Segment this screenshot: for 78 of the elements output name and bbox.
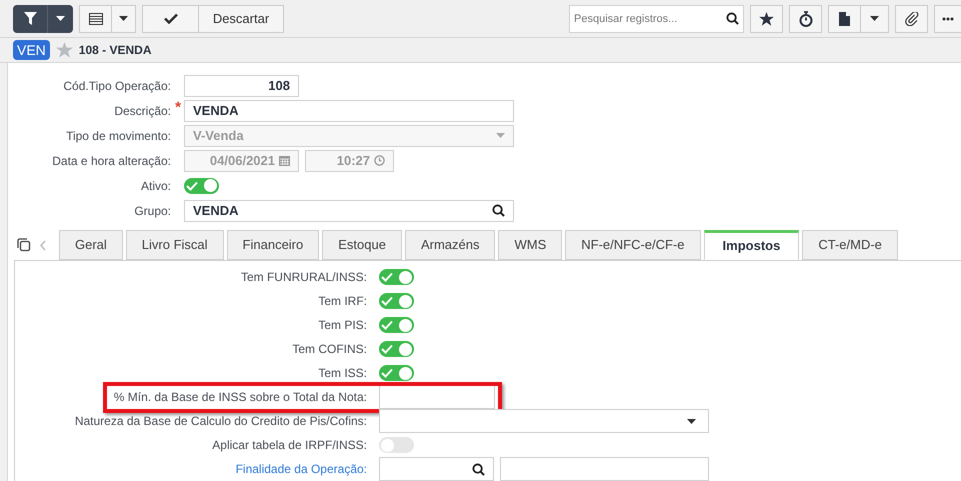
input-field[interactable]: VENDA xyxy=(184,100,514,122)
filter-icon xyxy=(24,12,36,25)
caret-icon xyxy=(687,418,696,424)
stopwatch-icon xyxy=(798,10,812,26)
tab[interactable]: Impostos xyxy=(704,230,800,260)
star-icon[interactable] xyxy=(56,42,73,58)
caret-icon xyxy=(119,16,128,21)
more-button[interactable] xyxy=(934,4,961,32)
search-field[interactable]: Pesquisar registros... xyxy=(569,4,744,32)
tab[interactable]: NF-e/NFC-e/CF-e xyxy=(565,230,701,260)
caret-icon xyxy=(496,133,505,138)
attach-button[interactable] xyxy=(895,4,928,32)
search-icon xyxy=(726,12,739,24)
lookup-field[interactable] xyxy=(379,457,494,481)
check-icon xyxy=(381,368,393,378)
star-icon xyxy=(759,12,774,26)
lookup-field[interactable]: VENDA xyxy=(184,200,514,222)
toggle-switch[interactable] xyxy=(379,437,414,453)
field-label: Tem IRF: xyxy=(318,293,367,310)
search-icon xyxy=(492,204,505,217)
toggle-switch[interactable] xyxy=(184,178,219,194)
check-icon xyxy=(381,296,393,306)
check-icon xyxy=(186,180,198,190)
field-label: Tipo de movimento: xyxy=(66,128,171,144)
tab[interactable]: CT-e/MD-e xyxy=(802,230,898,260)
toggle-switch[interactable] xyxy=(379,317,414,333)
calendar-icon xyxy=(279,155,290,166)
tab[interactable]: Financeiro xyxy=(226,230,320,260)
dropdown-button[interactable] xyxy=(47,4,73,32)
input-field[interactable]: 108 xyxy=(184,74,299,96)
field-label: Data e hora alteração: xyxy=(52,152,171,170)
field-label: Ativo: xyxy=(140,178,171,194)
record-title: 108 - VENDA xyxy=(78,42,152,59)
field-label: Natureza da Base de Calculo do Credito de Pis/Cofins: xyxy=(74,413,367,430)
favorite-button[interactable] xyxy=(750,4,783,32)
check-icon xyxy=(164,13,178,24)
timer-button[interactable] xyxy=(789,4,822,32)
grid-icon xyxy=(88,12,102,24)
caret-icon xyxy=(870,16,879,21)
tab[interactable]: Estoque xyxy=(322,230,402,260)
check-icon xyxy=(381,272,393,282)
input-field[interactable] xyxy=(500,457,709,481)
tab[interactable]: Geral xyxy=(59,230,123,260)
check-icon xyxy=(381,344,393,354)
field-label: Tem FUNRURAL/INSS: xyxy=(240,269,367,286)
caret-icon xyxy=(56,16,65,21)
search-icon xyxy=(472,462,485,476)
field-label: Tem PIS: xyxy=(318,317,367,334)
field-label: Tem COFINS: xyxy=(292,341,367,358)
record-badge: VEN xyxy=(13,40,50,60)
copy-icon[interactable] xyxy=(17,238,31,252)
field-label: Tem ISS: xyxy=(318,365,367,382)
toggle-switch[interactable] xyxy=(379,365,414,381)
discard-button[interactable]: Descartar xyxy=(199,4,284,32)
select-field[interactable] xyxy=(379,409,709,433)
report-button[interactable] xyxy=(828,4,861,32)
tab[interactable]: WMS xyxy=(498,230,562,260)
field-link[interactable]: Finalidade da Operação: xyxy=(236,460,367,478)
check-icon xyxy=(381,320,393,330)
toggle-switch[interactable] xyxy=(379,293,414,309)
field-label: Grupo: xyxy=(134,202,171,220)
field-label: Cód.Tipo Operação: xyxy=(63,78,171,94)
field-label: % Mín. da Base de INSS sobre o Total da Nota: xyxy=(114,389,367,406)
more-icon xyxy=(942,16,954,20)
input-field[interactable] xyxy=(379,385,495,409)
tab[interactable]: Livro Fiscal xyxy=(126,230,224,260)
filter-button[interactable] xyxy=(13,4,47,32)
required-mark: * xyxy=(175,100,181,115)
tab[interactable]: Armazéns xyxy=(404,230,496,260)
document-icon xyxy=(839,12,850,26)
grid-view-button[interactable] xyxy=(79,4,112,32)
field-label: Descrição: xyxy=(114,102,171,120)
toggle-switch[interactable] xyxy=(379,269,414,285)
clock-icon xyxy=(374,155,385,166)
field-label: Aplicar tabela de IRPF/INSS: xyxy=(212,437,367,454)
toggle-switch[interactable] xyxy=(379,341,414,357)
save-button[interactable] xyxy=(142,4,199,32)
paperclip-icon xyxy=(904,12,918,26)
